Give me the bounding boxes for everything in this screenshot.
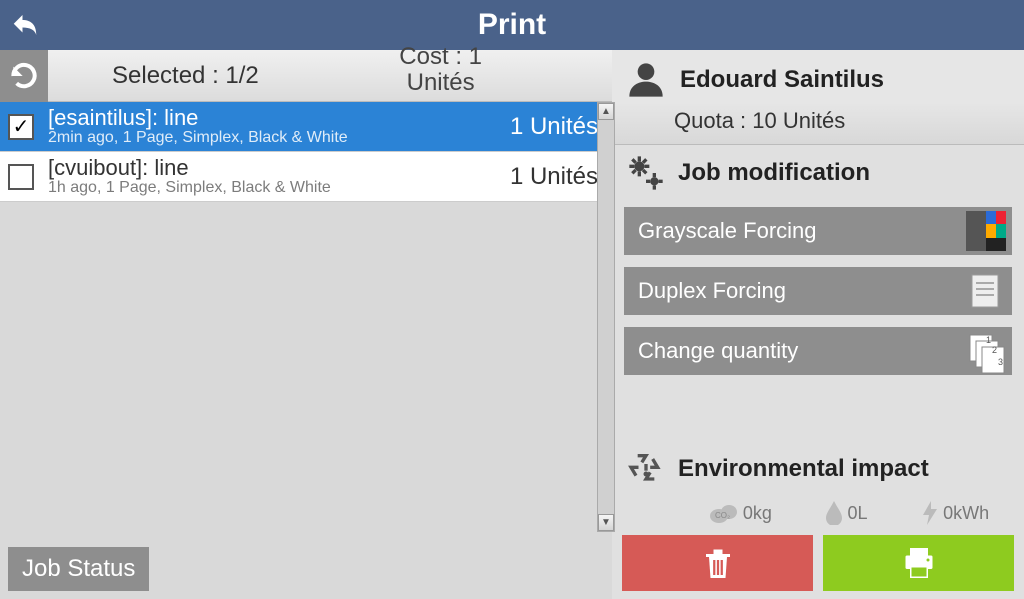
job-title: [cvuibout]: line	[48, 157, 510, 179]
svg-text:CO₂: CO₂	[715, 511, 730, 520]
job-row[interactable]: [cvuibout]: line 1h ago, 1 Page, Simplex…	[0, 152, 612, 202]
svg-text:1: 1	[986, 335, 991, 345]
svg-text:2: 2	[992, 345, 997, 355]
duplex-label: Duplex Forcing	[638, 278, 786, 304]
trash-icon	[700, 545, 736, 581]
water-value: 0L	[847, 503, 867, 524]
back-arrow-icon	[10, 10, 40, 40]
side-panel: Edouard Saintilus Quota : 10 Unités Job …	[612, 50, 1024, 599]
cost-line2: Unités	[399, 70, 482, 96]
user-info: Edouard Saintilus	[612, 50, 1024, 102]
co2-icon: CO₂	[709, 502, 739, 524]
scroll-down-button[interactable]: ▼	[598, 514, 614, 531]
job-units: 1 Unités	[510, 113, 598, 141]
duplex-icon	[966, 271, 1006, 311]
job-list-header: Selected : 1/2 Cost : 1 Unités	[0, 50, 612, 102]
grayscale-forcing-button[interactable]: Grayscale Forcing	[624, 207, 1012, 255]
job-list: ✓ [esaintilus]: line 2min ago, 1 Page, S…	[0, 102, 612, 599]
energy-value: 0kWh	[943, 503, 989, 524]
quota-display: Quota : 10 Unités	[612, 102, 1024, 145]
delete-button[interactable]	[622, 535, 813, 591]
user-icon	[626, 60, 666, 100]
recycle-icon	[626, 449, 666, 489]
scroll-up-button[interactable]: ▲	[598, 103, 614, 120]
job-meta: 2min ago, 1 Page, Simplex, Black & White	[48, 129, 510, 147]
lightning-icon	[921, 501, 939, 525]
job-units: 1 Unités	[510, 163, 598, 191]
action-bar	[612, 531, 1024, 599]
job-checkbox[interactable]: ✓	[8, 114, 34, 140]
job-status-button[interactable]: Job Status	[8, 547, 149, 591]
scrollbar[interactable]: ▲ ▼	[597, 102, 615, 532]
duplex-forcing-button[interactable]: Duplex Forcing	[624, 267, 1012, 315]
title-bar: Print	[0, 0, 1024, 50]
environmental-title: Environmental impact	[678, 455, 929, 483]
refresh-button[interactable]	[0, 50, 48, 102]
grayscale-icon	[966, 211, 1006, 251]
job-title: [esaintilus]: line	[48, 107, 510, 129]
user-name: Edouard Saintilus	[680, 66, 884, 94]
co2-value: 0kg	[743, 503, 772, 524]
environmental-stats: CO₂ 0kg 0L 0kWh	[612, 497, 1024, 531]
printer-icon	[899, 545, 939, 581]
water-drop-icon	[825, 501, 843, 525]
back-button[interactable]	[0, 0, 50, 50]
change-quantity-button[interactable]: Change quantity 123	[624, 327, 1012, 375]
quantity-icon: 123	[966, 331, 1006, 371]
quantity-label: Change quantity	[638, 338, 798, 364]
job-row[interactable]: ✓ [esaintilus]: line 2min ago, 1 Page, S…	[0, 102, 612, 152]
print-button[interactable]	[823, 535, 1014, 591]
cost-line1: Cost : 1	[399, 44, 482, 70]
job-modification-title: Job modification	[678, 159, 870, 187]
selected-count: Selected : 1/2	[112, 62, 259, 90]
cost-display: Cost : 1 Unités	[399, 44, 482, 97]
gears-icon	[626, 153, 666, 193]
svg-text:3: 3	[998, 357, 1003, 367]
environmental-header: Environmental impact	[612, 441, 1024, 497]
job-checkbox[interactable]	[8, 164, 34, 190]
job-list-panel: Selected : 1/2 Cost : 1 Unités ✓ [esaint…	[0, 50, 612, 599]
job-meta: 1h ago, 1 Page, Simplex, Black & White	[48, 179, 510, 197]
grayscale-label: Grayscale Forcing	[638, 218, 817, 244]
page-title: Print	[0, 8, 1024, 42]
refresh-icon	[8, 60, 40, 92]
job-modification-header: Job modification	[612, 145, 1024, 201]
